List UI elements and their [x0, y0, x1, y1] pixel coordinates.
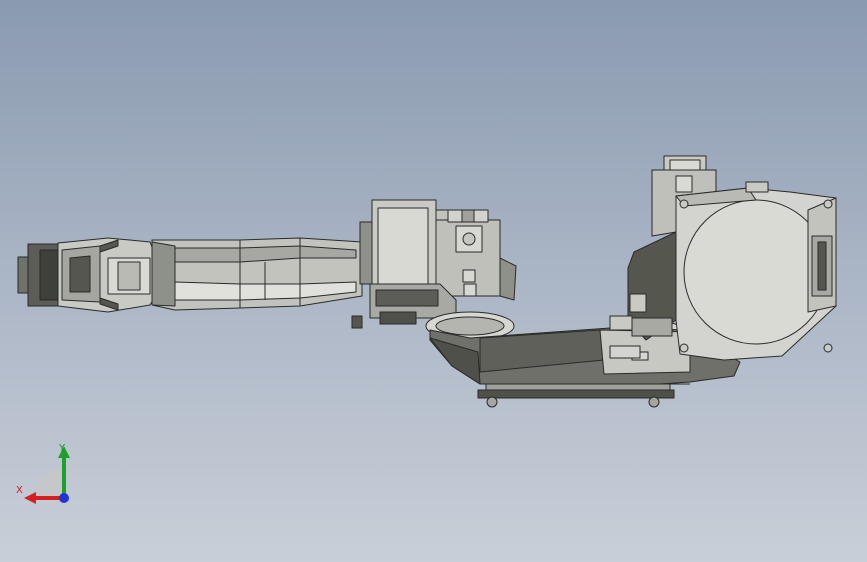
- cad-viewport[interactable]: X Y: [0, 0, 867, 562]
- z-axis-dot: [59, 493, 69, 503]
- robot-arm-model[interactable]: [0, 0, 867, 562]
- x-axis-label: X: [16, 485, 23, 496]
- elbow-housing: [351, 199, 517, 329]
- y-axis-label: Y: [59, 443, 66, 454]
- axis-triad-graphic: [24, 446, 70, 504]
- base-rail: [477, 383, 675, 408]
- axis-triad: X Y: [14, 440, 78, 510]
- wrist-flange: [17, 243, 61, 307]
- forearm: [151, 237, 363, 311]
- x-axis-arrow: [24, 492, 36, 504]
- plane-disk: [36, 470, 64, 498]
- wrist-head: [57, 237, 159, 313]
